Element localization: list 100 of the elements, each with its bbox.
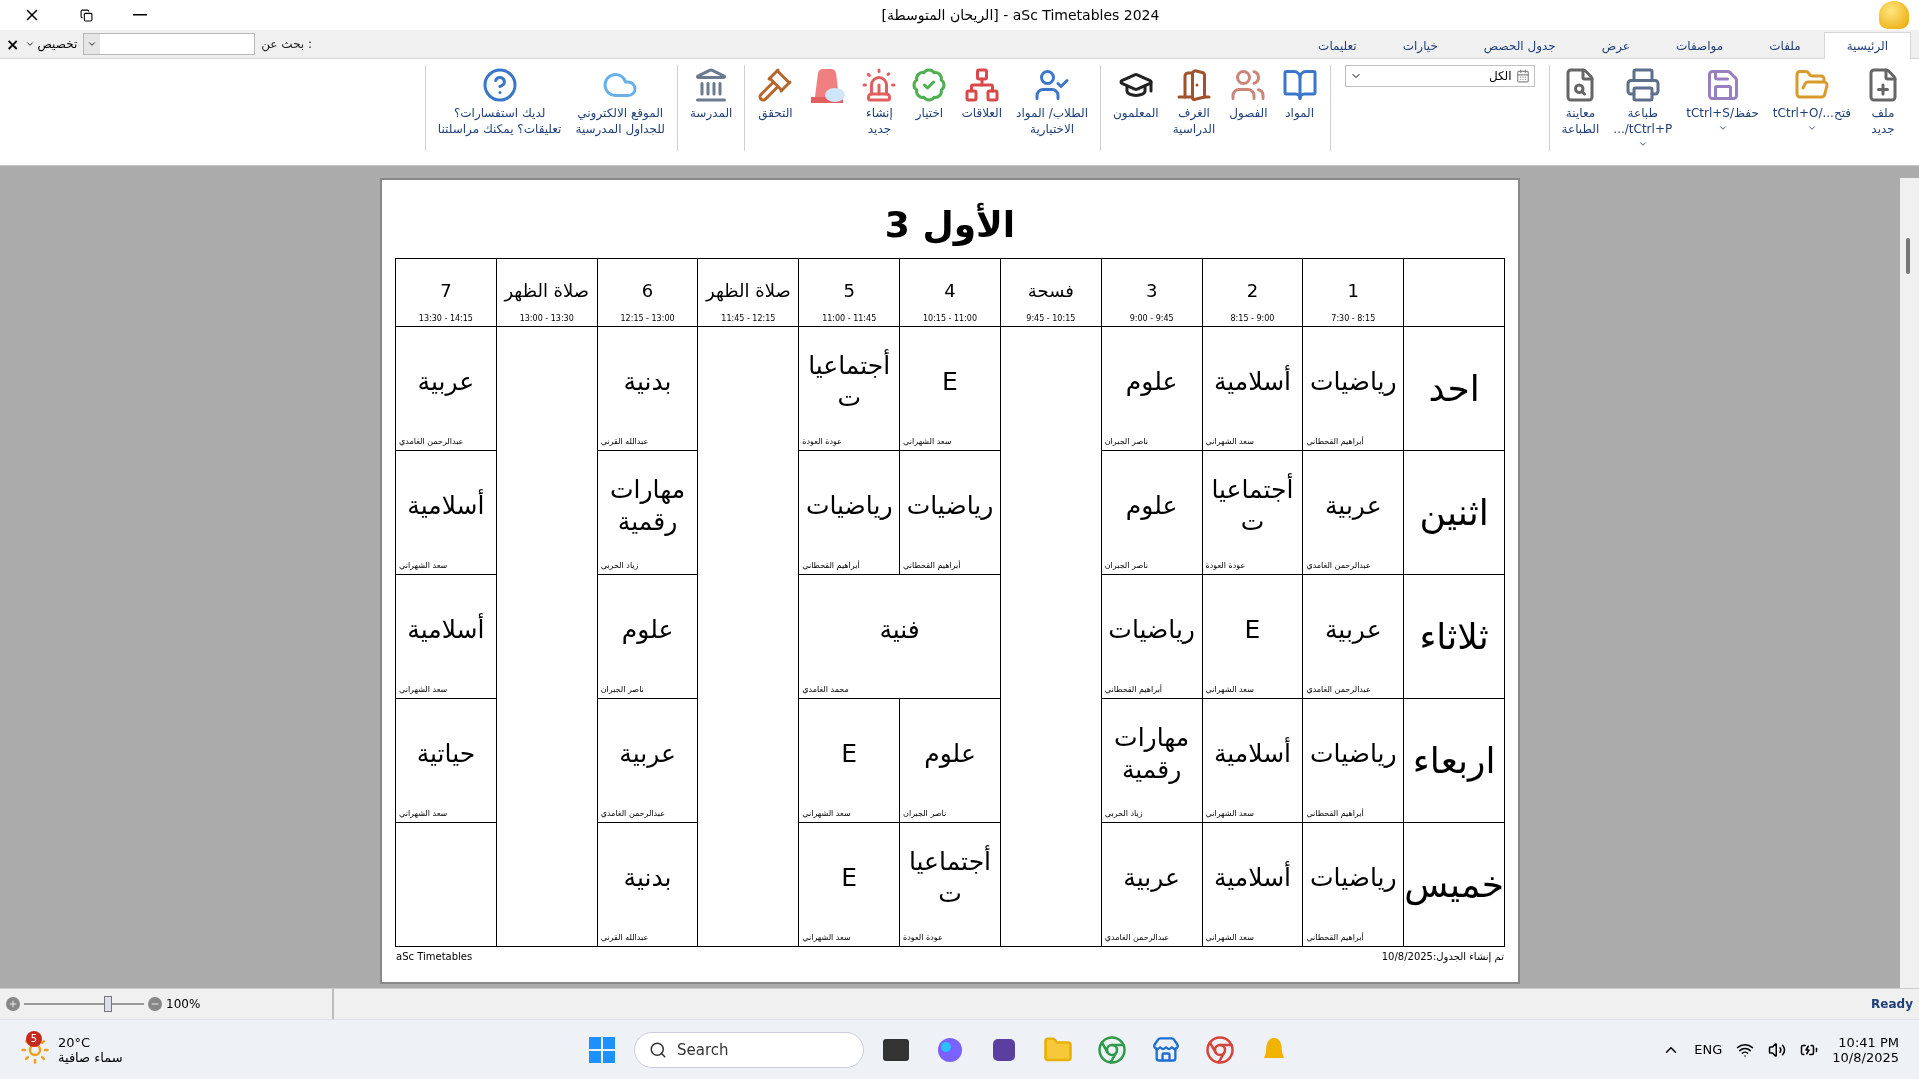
book-icon <box>1281 67 1318 103</box>
column-header: 5 11:00 - 11:45 <box>799 259 900 326</box>
ribbon-button[interactable]: معاينة الطباعة <box>1555 65 1606 151</box>
ribbon-button[interactable]: المعلمون <box>1107 65 1165 151</box>
slider-thumb[interactable] <box>104 996 112 1012</box>
weather-condition: سماء صافية <box>58 1049 123 1065</box>
search-field[interactable] <box>83 33 256 55</box>
lesson-cell[interactable]: رياضيات أبراهيم القحطاني <box>900 451 1000 574</box>
footer-date: تم إنشاء الجدول:10/8/2025 <box>1381 951 1504 962</box>
lesson-cell[interactable]: رياضيات أبراهيم القحطاني <box>1303 327 1404 450</box>
door-icon <box>1175 67 1212 103</box>
lesson-cell[interactable]: أجتماعيات عودة العودة <box>799 327 900 450</box>
caret-icon <box>87 39 98 49</box>
lesson-cell[interactable]: مهارات رقمية زياد الحربي <box>1101 699 1202 822</box>
ribbon-button[interactable]: فتح.../tCtrl+O <box>1766 65 1857 151</box>
ribbon-button[interactable]: المواد <box>1275 65 1324 151</box>
scrollbar[interactable] <box>1900 178 1919 988</box>
lesson-cell[interactable]: رياضيات أبراهيم القحطاني <box>799 451 900 574</box>
lesson-cell[interactable]: رياضيات أبراهيم القحطاني <box>1303 699 1404 822</box>
ribbon-tab[interactable]: جدول الحصص <box>1460 32 1579 59</box>
ribbon-tab[interactable]: الرئيسية <box>1823 32 1911 59</box>
search-label: بحث عن : <box>261 37 313 51</box>
lesson-cell[interactable]: أسلامية سعد الشهراني <box>1202 327 1303 450</box>
lesson-cell[interactable]: أسلامية سعد الشهراني <box>1202 699 1303 822</box>
timetable-title: الأول 3 <box>884 201 1016 248</box>
bell-logo-icon <box>1879 1 1909 29</box>
ribbon-button[interactable]: العلاقات <box>955 65 1009 151</box>
caret-icon <box>1717 123 1728 133</box>
lesson-cell[interactable]: أسلامية سعد الشهراني <box>396 451 496 574</box>
status-text: Ready <box>1871 997 1914 1011</box>
lesson-cell[interactable]: فنية محمد الغامدي <box>799 575 1000 698</box>
ribbon-button[interactable]: الموقع الالكتروني للجداول المدرسية <box>569 65 671 151</box>
column-header: 1 7:30 - 8:15 <box>1303 259 1404 326</box>
language-indicator[interactable]: ENG <box>1694 1042 1723 1057</box>
ribbon-button[interactable]: المدرسة <box>683 65 739 151</box>
day-header: اربعاء <box>1404 699 1504 822</box>
lesson-cell[interactable]: عربية عبدالرحمن الغامدي <box>597 699 698 822</box>
ribbon-tab[interactable]: مواصفات <box>1653 32 1747 59</box>
ribbon-button[interactable]: ملف جديد <box>1859 65 1907 151</box>
ribbon-tab[interactable]: تعليمات <box>1295 32 1380 59</box>
lesson-cell[interactable]: أجتماعيات عودة العودة <box>1202 451 1303 574</box>
lesson-cell[interactable]: علوم ناصر الجبران <box>1101 327 1202 450</box>
lesson-cell[interactable]: حياتية سعد الشهراني <box>396 699 496 822</box>
lesson-cell[interactable]: بدنية عبدالله القرني <box>597 823 698 946</box>
lesson-cell[interactable]: عربية عبدالرحمن الغامدي <box>1303 451 1404 574</box>
windows-icon <box>588 1035 616 1064</box>
ribbon-button[interactable]: لديك استفسارات؟ تعليقات؟ يمكنك مراسلتنا <box>431 65 568 151</box>
lesson-cell[interactable]: أسلامية سعد الشهراني <box>1202 823 1303 946</box>
ribbon-tab[interactable]: ملفات <box>1746 32 1824 59</box>
minimize-icon <box>133 14 147 16</box>
day-header: خميس <box>1404 823 1504 946</box>
temperature: 20°C <box>58 1034 92 1050</box>
ribbon-button[interactable]: الطلاب/ المواد الاختيارية <box>1010 65 1095 151</box>
footer-brand: aSc Timetables <box>396 951 473 962</box>
ribbon-button[interactable]: الغرف الدراسية <box>1166 65 1222 151</box>
volume-icon[interactable] <box>1768 1040 1787 1059</box>
lesson-cell[interactable]: أجتماعيات عودة العودة <box>900 823 1000 946</box>
gavel-icon <box>757 67 794 103</box>
taskbar-search[interactable]: Search <box>634 1031 864 1068</box>
ribbon-tab[interactable]: خيارات <box>1379 32 1461 59</box>
caret-icon <box>1637 139 1648 149</box>
filter-dropdown[interactable]: الكل <box>1344 65 1535 87</box>
close-search-button[interactable]: × <box>6 34 20 54</box>
ribbon-button[interactable]: إنشاء جديد <box>855 65 904 151</box>
window-title: aSc Timetables 2024 - [الريحان المتوسطة] <box>880 7 1161 23</box>
clock[interactable]: 10:41 PM 10/8/2025 <box>1832 1034 1899 1065</box>
lesson-cell[interactable]: رياضيات أبراهيم القحطاني <box>1101 575 1202 698</box>
ribbon-button[interactable]: الفصول <box>1223 65 1274 151</box>
ribbon-button[interactable]: طباعة tCtrl+P/... <box>1607 65 1679 151</box>
caret-icon <box>25 39 36 49</box>
day-header: احد <box>1404 327 1504 450</box>
zoom-in-icon[interactable] <box>6 997 20 1011</box>
siren-icon <box>861 67 898 103</box>
ribbon-button[interactable]: التحقق <box>751 65 800 151</box>
column-header: 6 12:15 - 13:00 <box>597 259 698 326</box>
grid-icon <box>1515 69 1530 83</box>
ribbon-button[interactable]: حفظ/tCtrl+S <box>1680 65 1765 151</box>
ribbon-button[interactable]: اختيار <box>905 65 954 151</box>
lesson-cell[interactable]: رياضيات أبراهيم القحطاني <box>1303 823 1404 946</box>
lesson-cell[interactable]: علوم ناصر الجبران <box>1101 451 1202 574</box>
lesson-cell[interactable]: عربية عبدالرحمن الغامدي <box>1101 823 1202 946</box>
people-icon <box>1230 67 1267 103</box>
search-icon <box>649 1040 667 1059</box>
network-icon <box>963 67 1000 103</box>
zoom-out-icon[interactable] <box>148 997 162 1011</box>
lesson-cell[interactable]: عربية عبدالرحمن الغامدي <box>396 327 496 450</box>
day-header: اثنين <box>1404 451 1504 574</box>
lesson-cell[interactable]: أسلامية سعد الشهراني <box>396 575 496 698</box>
lesson-cell[interactable]: بدنية عبدالله القرني <box>597 327 698 450</box>
lesson-cell[interactable]: مهارات رقمية زياد الحربي <box>597 451 698 574</box>
column-header: 3 9:00 - 9:45 <box>1101 259 1202 326</box>
customize-button[interactable]: تخصيص <box>25 37 78 51</box>
zoom-reading: 100% <box>166 997 201 1011</box>
lesson-cell[interactable]: علوم ناصر الجبران <box>900 699 1000 822</box>
day-header: ثلاثاء <box>1404 575 1504 698</box>
lesson-cell[interactable]: علوم ناصر الجبران <box>597 575 698 698</box>
ribbon-tab[interactable]: عرض <box>1578 32 1654 59</box>
user-check-icon <box>1034 67 1071 103</box>
lesson-cell[interactable]: عربية عبدالرحمن الغامدي <box>1303 575 1404 698</box>
column-header: 7 13:30 - 14:15 <box>396 259 496 326</box>
